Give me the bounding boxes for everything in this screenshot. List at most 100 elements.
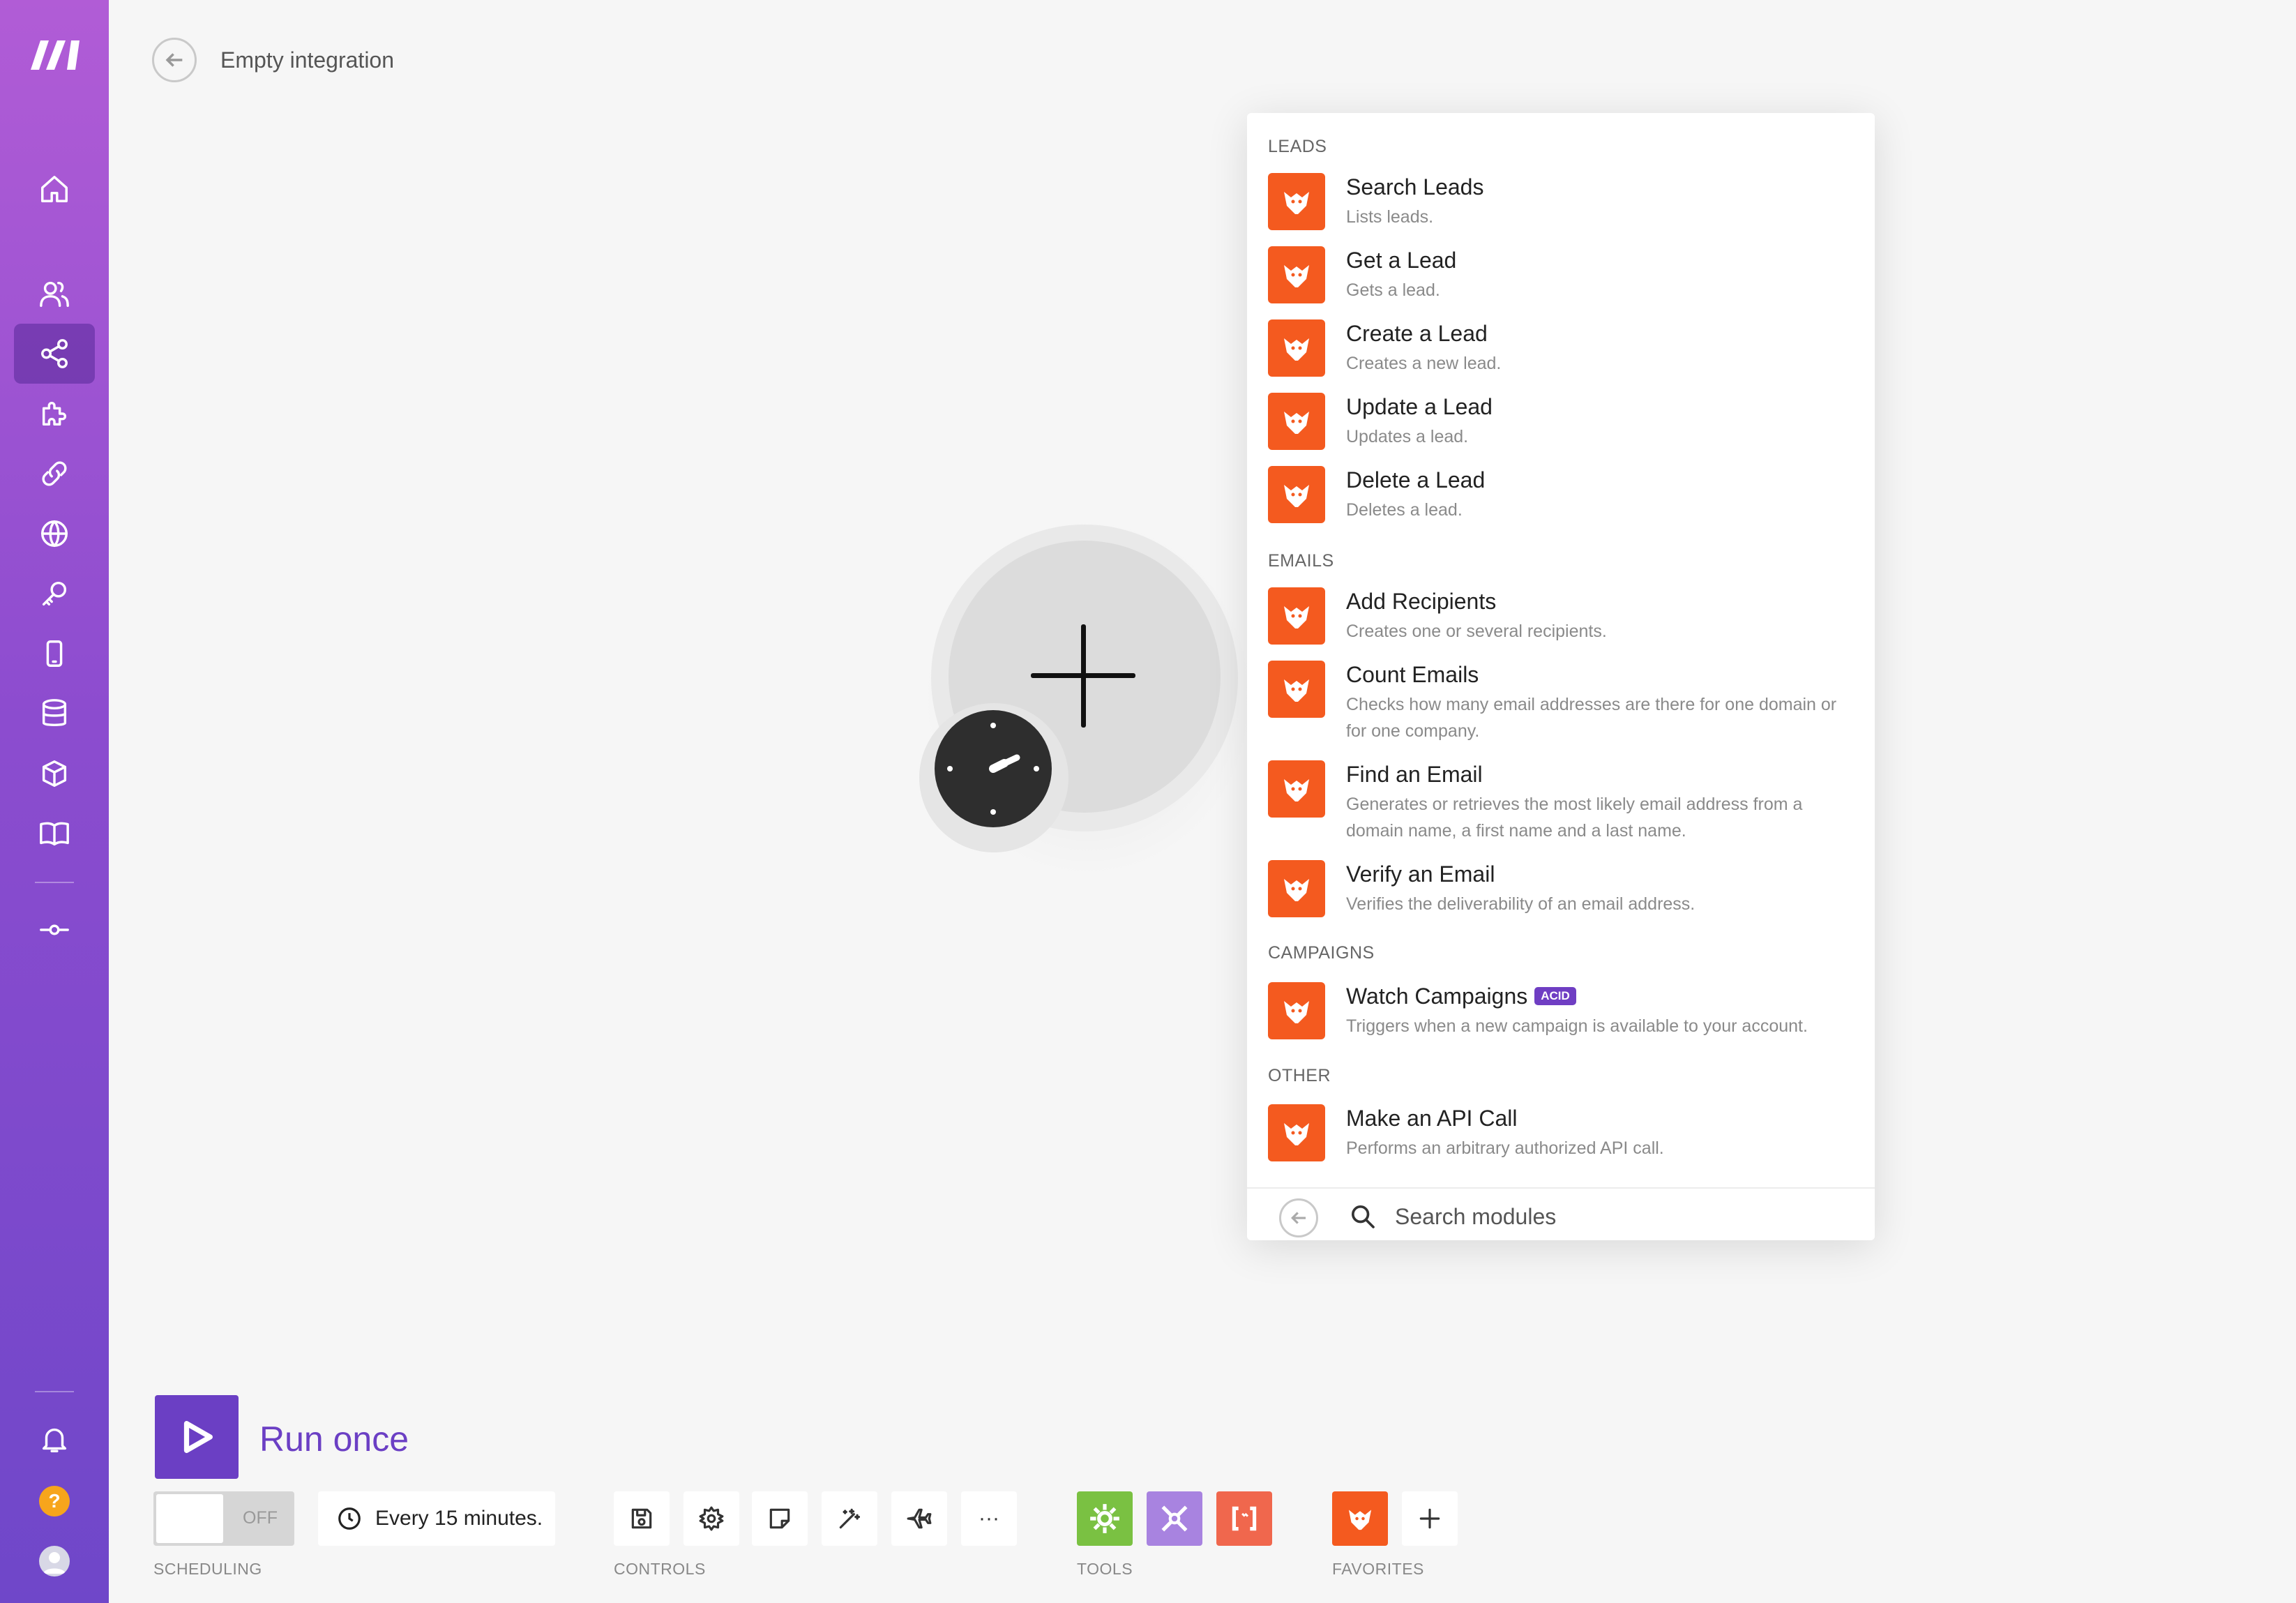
plus-icon (1419, 1508, 1440, 1529)
module-item-update-lead[interactable]: Update a Lead Updates a lead. (1268, 393, 1861, 450)
add-module-plus-icon-v[interactable] (1081, 624, 1086, 728)
module-name: Get a Lead (1346, 248, 1457, 273)
nav-webhooks-icon[interactable] (14, 504, 95, 564)
toggle-knob (156, 1494, 223, 1543)
module-name: Add Recipients (1346, 589, 1497, 614)
module-name: Delete a Lead (1346, 467, 1486, 492)
module-desc: Deletes a lead. (1346, 500, 1463, 520)
search-modules-input[interactable] (1395, 1198, 1841, 1235)
module-name: Count Emails (1346, 662, 1479, 687)
module-name: Verify an Email (1346, 861, 1495, 887)
nav-datastructures-icon[interactable] (14, 744, 95, 804)
module-name: Watch Campaigns (1346, 984, 1528, 1009)
nav-home-icon[interactable] (14, 159, 95, 219)
nav-scenarios-icon[interactable] (14, 324, 95, 384)
tools-button[interactable] (1147, 1491, 1202, 1546)
more-options-button[interactable]: ··· (961, 1491, 1017, 1546)
module-desc: Verifies the deliverability of an email … (1346, 894, 1695, 914)
controls-label: CONTROLS (614, 1560, 706, 1578)
hunter-app-icon (1268, 661, 1325, 718)
acid-badge: ACID (1534, 987, 1576, 1005)
module-desc: Creates a new lead. (1346, 354, 1502, 373)
module-item-create-lead[interactable]: Create a Lead Creates a new lead. (1268, 319, 1861, 377)
text-parser-tool-button[interactable] (1216, 1491, 1272, 1546)
favorite-hunter-button[interactable] (1332, 1491, 1388, 1546)
hunter-app-icon (1268, 982, 1325, 1039)
clock-icon (338, 1507, 361, 1530)
hunter-app-icon (1268, 246, 1325, 303)
schedule-setting-button[interactable]: Every 15 minutes. (318, 1491, 555, 1546)
settings-button[interactable] (683, 1491, 739, 1546)
section-heading-leads: LEADS (1268, 137, 1327, 156)
section-heading-campaigns: CAMPAIGNS (1268, 943, 1375, 963)
airplane-icon (907, 1508, 932, 1529)
nav-flow-icon[interactable] (14, 900, 95, 960)
hunter-app-icon (1268, 466, 1325, 523)
favorites-label: FAVORITES (1332, 1560, 1424, 1578)
module-desc: Updates a lead. (1346, 427, 1469, 446)
hunter-app-icon (1268, 173, 1325, 230)
notifications-bell-icon[interactable] (14, 1409, 95, 1469)
hunter-app-icon (1268, 860, 1325, 917)
arrow-left-icon (1291, 1212, 1306, 1224)
nav-team-icon[interactable] (14, 264, 95, 324)
back-button[interactable] (152, 38, 197, 82)
magic-wand-icon (839, 1508, 861, 1529)
run-once-label[interactable]: Run once (259, 1419, 409, 1459)
nav-docs-icon[interactable] (14, 804, 95, 864)
play-icon (183, 1421, 213, 1453)
schedule-text: Every 15 minutes. (375, 1507, 543, 1530)
hunter-app-icon (1268, 319, 1325, 377)
nav-datastores-icon[interactable] (14, 684, 95, 744)
hunter-app-icon (1268, 1104, 1325, 1161)
module-desc: Triggers when a new campaign is availabl… (1346, 1016, 1808, 1036)
module-picker-panel: LEADS Search Leads Lists leads. Get a Lea… (1247, 113, 1875, 1240)
module-desc: Generates or retrieves the most likely e… (1346, 795, 1803, 841)
notes-button[interactable] (752, 1491, 808, 1546)
module-item-get-lead[interactable]: Get a Lead Gets a lead. (1268, 246, 1861, 303)
schedule-clock-icon[interactable] (935, 710, 1052, 827)
wrench-tools-icon (1161, 1505, 1188, 1532)
gear-tool-icon (1090, 1504, 1119, 1533)
toggle-state-label: OFF (243, 1508, 278, 1528)
help-icon[interactable]: ? (39, 1486, 70, 1517)
module-item-verify-email[interactable]: Verify an Email Verifies the deliverabili… (1268, 860, 1861, 917)
nav-keys-icon[interactable] (14, 564, 95, 624)
module-name: Search Leads (1346, 174, 1484, 200)
save-button[interactable] (614, 1491, 670, 1546)
tools-label: TOOLS (1077, 1560, 1133, 1578)
section-heading-other: OTHER (1268, 1066, 1331, 1085)
nav-apps-icon[interactable] (14, 384, 95, 444)
save-icon (631, 1508, 652, 1529)
module-item-count-emails[interactable]: Count Emails Checks how many email addres… (1268, 661, 1861, 744)
flow-control-tool-button[interactable] (1077, 1491, 1133, 1546)
module-item-watch-campaigns[interactable]: Watch Campaigns ACID Triggers when a new c… (1268, 982, 1861, 1039)
sidebar: ? (0, 0, 109, 1603)
module-desc: Gets a lead. (1346, 280, 1440, 300)
run-once-button[interactable] (155, 1395, 239, 1479)
make-logo-icon[interactable] (28, 35, 81, 73)
nav-devices-icon[interactable] (14, 624, 95, 684)
add-favorite-button[interactable] (1402, 1491, 1458, 1546)
hunter-app-icon (1348, 1510, 1372, 1530)
panel-back-button[interactable] (1279, 1198, 1318, 1237)
scheduling-toggle[interactable]: OFF (153, 1491, 294, 1546)
auto-align-button[interactable] (822, 1491, 877, 1546)
module-item-delete-lead[interactable]: Delete a Lead Deletes a lead. (1268, 466, 1861, 523)
panel-footer (1247, 1187, 1875, 1240)
nav-connections-icon[interactable] (14, 444, 95, 504)
brackets-icon (1232, 1506, 1257, 1531)
module-name: Make an API Call (1346, 1106, 1518, 1131)
hunter-app-icon (1268, 760, 1325, 818)
scheduling-label: SCHEDULING (153, 1560, 262, 1578)
module-item-add-recipients[interactable]: Add Recipients Creates one or several rec… (1268, 587, 1861, 645)
module-desc: Checks how many email addresses are ther… (1346, 695, 1837, 741)
search-icon (1352, 1205, 1375, 1228)
module-item-find-email[interactable]: Find an Email Generates or retrieves the … (1268, 760, 1861, 844)
sidebar-divider (35, 882, 74, 883)
module-item-search-leads[interactable]: Search Leads Lists leads. (1268, 173, 1861, 230)
module-item-make-api-call[interactable]: Make an API Call Performs an arbitrary au… (1268, 1104, 1861, 1161)
avatar[interactable] (39, 1546, 70, 1576)
module-desc: Lists leads. (1346, 207, 1434, 227)
explain-flow-button[interactable] (891, 1491, 947, 1546)
